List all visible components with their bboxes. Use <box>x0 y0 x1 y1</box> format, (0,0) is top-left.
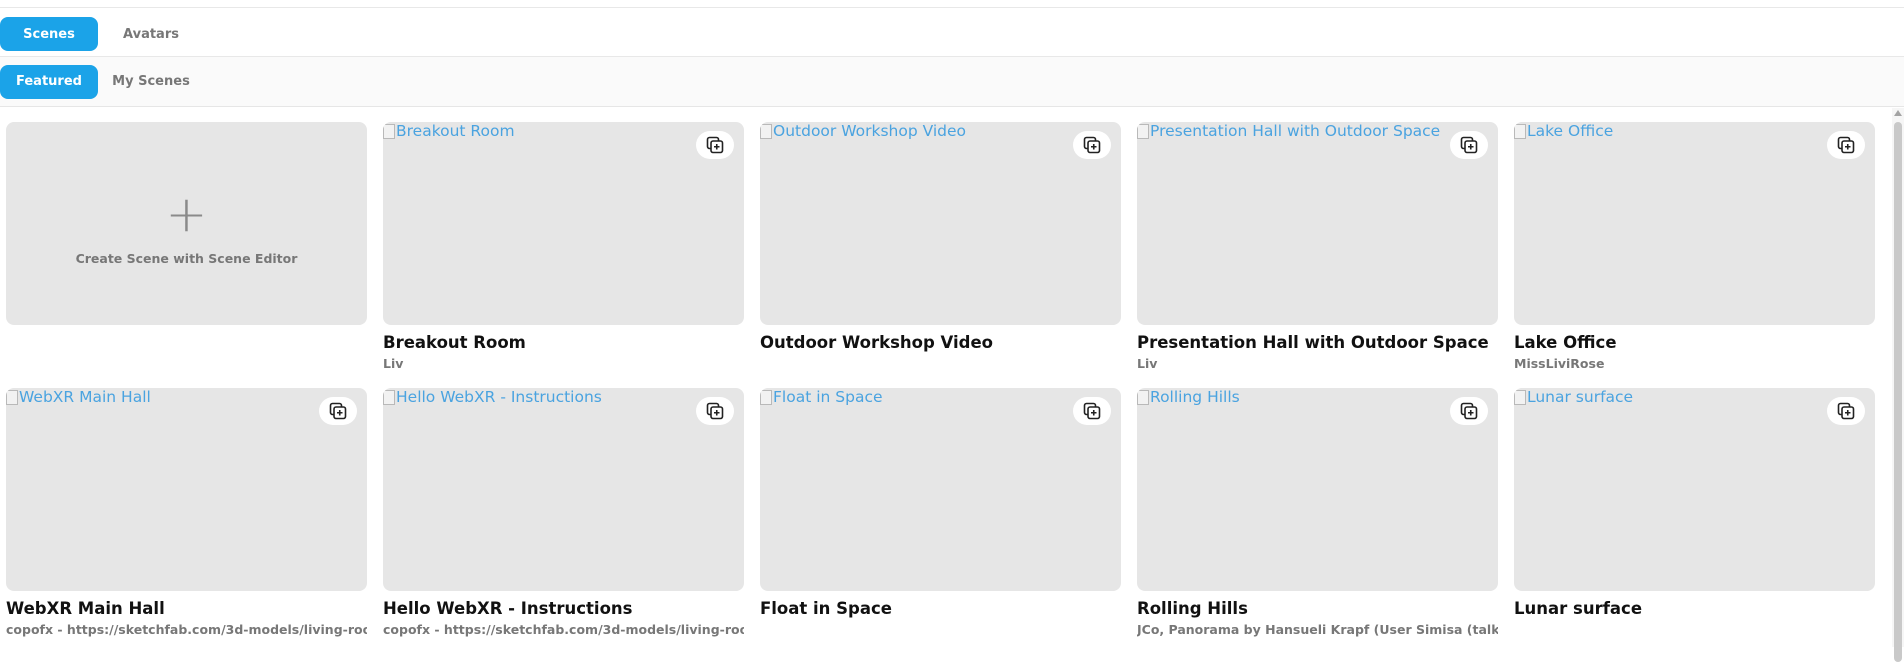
broken-image: Breakout Room <box>383 122 515 140</box>
copy-plus-icon <box>1837 136 1855 154</box>
broken-image-icon <box>383 389 395 405</box>
scene-thumbnail[interactable]: Breakout Room <box>383 122 744 325</box>
duplicate-scene-button[interactable] <box>1450 131 1488 159</box>
scene-author: MissLiviRose <box>1514 356 1605 371</box>
scene-thumbnail[interactable]: Lunar surface <box>1514 388 1875 591</box>
scene-thumbnail[interactable]: Float in Space <box>760 388 1121 591</box>
broken-image: Lake Office <box>1514 122 1613 140</box>
scene-thumbnail[interactable]: Outdoor Workshop Video <box>760 122 1121 325</box>
duplicate-scene-button[interactable] <box>319 397 357 425</box>
scene-title: Breakout Room <box>383 333 526 352</box>
scene-title: Lunar surface <box>1514 599 1643 618</box>
scroll-up-icon[interactable] <box>1894 110 1902 116</box>
scene-card[interactable]: Float in Space Float in Space <box>760 388 1121 622</box>
broken-image: Lunar surface <box>1514 388 1633 406</box>
scene-author: copofx - https://sketchfab.com/3d-models… <box>383 622 744 637</box>
broken-image-icon <box>383 123 395 139</box>
duplicate-scene-button[interactable] <box>1827 131 1865 159</box>
scene-thumbnail[interactable]: Rolling Hills <box>1137 388 1498 591</box>
broken-image-icon <box>6 389 18 405</box>
scene-thumbnail[interactable]: Hello WebXR - Instructions <box>383 388 744 591</box>
broken-image: Presentation Hall with Outdoor Space <box>1137 122 1440 140</box>
broken-image-icon <box>1514 389 1526 405</box>
duplicate-scene-button[interactable] <box>1827 397 1865 425</box>
scene-title: WebXR Main Hall <box>6 599 165 618</box>
primary-tabs: Scenes Avatars <box>0 12 1904 57</box>
scene-card[interactable]: Lunar surface Lunar surface <box>1514 388 1875 622</box>
vertical-scrollbar[interactable] <box>1892 108 1904 662</box>
scene-title: Lake Office <box>1514 333 1617 352</box>
tab-my-scenes[interactable]: My Scenes <box>102 65 200 99</box>
duplicate-scene-button[interactable] <box>696 397 734 425</box>
broken-image-icon <box>1137 123 1149 139</box>
copy-plus-icon <box>1460 402 1478 420</box>
duplicate-scene-button[interactable] <box>696 131 734 159</box>
scene-card[interactable]: Rolling Hills Rolling Hills JCo, Panoram… <box>1137 388 1498 637</box>
duplicate-scene-button[interactable] <box>1073 397 1111 425</box>
duplicate-scene-button[interactable] <box>1450 397 1488 425</box>
scene-title: Outdoor Workshop Video <box>760 333 994 352</box>
copy-plus-icon <box>329 402 347 420</box>
scene-card[interactable]: Hello WebXR - Instructions Hello WebXR -… <box>383 388 744 637</box>
tab-avatars[interactable]: Avatars <box>102 17 200 51</box>
broken-image: WebXR Main Hall <box>6 388 151 406</box>
broken-image: Outdoor Workshop Video <box>760 122 966 140</box>
create-scene-label: Create Scene with Scene Editor <box>75 251 298 266</box>
scene-author: copofx - https://sketchfab.com/3d-models… <box>6 622 367 637</box>
scene-title: Rolling Hills <box>1137 599 1248 618</box>
scene-title: Hello WebXR - Instructions <box>383 599 633 618</box>
scene-thumbnail[interactable]: WebXR Main Hall <box>6 388 367 591</box>
copy-plus-icon <box>706 402 724 420</box>
scene-card[interactable]: Breakout Room Breakout Room Liv <box>383 122 744 371</box>
scrollbar-thumb[interactable] <box>1894 122 1902 662</box>
broken-image-icon <box>760 389 772 405</box>
create-scene-button[interactable]: + Create Scene with Scene Editor <box>6 122 367 325</box>
secondary-tabs: Featured My Scenes <box>0 57 1904 107</box>
copy-plus-icon <box>1837 402 1855 420</box>
duplicate-scene-button[interactable] <box>1073 131 1111 159</box>
copy-plus-icon <box>706 136 724 154</box>
broken-image-icon <box>760 123 772 139</box>
broken-image-icon <box>1514 123 1526 139</box>
scene-author: Liv <box>1137 356 1158 371</box>
scene-thumbnail[interactable]: Presentation Hall with Outdoor Space <box>1137 122 1498 325</box>
copy-plus-icon <box>1083 136 1101 154</box>
tab-scenes[interactable]: Scenes <box>0 17 98 51</box>
scene-title: Presentation Hall with Outdoor Space <box>1137 333 1489 352</box>
scene-card[interactable]: Outdoor Workshop Video Outdoor Workshop … <box>760 122 1121 356</box>
scene-card[interactable]: Presentation Hall with Outdoor Space Pre… <box>1137 122 1498 371</box>
scene-author: Liv <box>383 356 404 371</box>
broken-image: Hello WebXR - Instructions <box>383 388 602 406</box>
top-border <box>0 7 1904 8</box>
scene-thumbnail[interactable]: Lake Office <box>1514 122 1875 325</box>
plus-icon: + <box>165 185 208 243</box>
scene-card[interactable]: Lake Office Lake Office MissLiviRose <box>1514 122 1875 371</box>
copy-plus-icon <box>1083 402 1101 420</box>
scene-author: JCo, Panorama by Hansueli Krapf (User Si… <box>1137 622 1498 637</box>
scene-title: Float in Space <box>760 599 892 618</box>
scene-card[interactable]: WebXR Main Hall WebXR Main Hall copofx -… <box>6 388 367 637</box>
broken-image: Float in Space <box>760 388 883 406</box>
broken-image-icon <box>1137 389 1149 405</box>
broken-image: Rolling Hills <box>1137 388 1240 406</box>
copy-plus-icon <box>1460 136 1478 154</box>
tab-featured[interactable]: Featured <box>0 64 98 99</box>
